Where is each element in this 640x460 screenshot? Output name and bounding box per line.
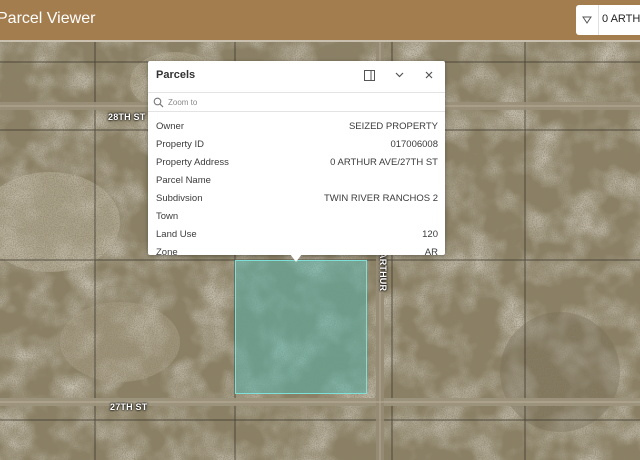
attribute-row-property-address: Property Address 0 ARTHUR AVE/27TH ST	[148, 154, 445, 172]
road-label-27th-st: 27TH ST	[110, 402, 148, 412]
zoom-to-row[interactable]	[148, 92, 445, 112]
parcel-popup: Parcels Owner SEIZED PROPERTY	[148, 61, 445, 255]
close-icon	[425, 71, 433, 79]
attribute-table: Owner SEIZED PROPERTY Property ID 017006…	[148, 118, 445, 255]
attribute-value: TWIN RIVER RANCHOS 2	[323, 193, 438, 204]
attribute-row-parcel-name: Parcel Name	[148, 172, 445, 190]
attribute-key: Land Use	[156, 229, 197, 240]
chevron-down-icon	[395, 72, 403, 78]
attribute-value: 120	[422, 229, 438, 240]
attribute-row-town: Town	[148, 208, 445, 226]
dock-button[interactable]	[361, 67, 377, 83]
popup-title: Parcels	[156, 69, 196, 81]
attribute-key: Subdivsion	[156, 193, 203, 204]
attribute-value: AR	[424, 247, 438, 255]
filter-dropdown[interactable]	[576, 5, 599, 35]
attribute-key: Zone	[156, 247, 178, 255]
attribute-key: Property Address	[156, 157, 229, 168]
selected-parcel[interactable]	[235, 260, 367, 394]
attribute-row-owner: Owner SEIZED PROPERTY	[148, 118, 445, 136]
zoom-to-input[interactable]	[168, 95, 428, 109]
attribute-row-property-id: Property ID 017006008	[148, 136, 445, 154]
filter-icon	[582, 16, 592, 24]
attribute-value: 0 ARTHUR AVE/27TH ST	[330, 157, 438, 168]
search-icon	[153, 97, 164, 108]
attribute-key: Property ID	[156, 139, 205, 150]
attribute-value: 017006008	[390, 139, 438, 150]
popup-header: Parcels	[148, 61, 445, 91]
attribute-key: Owner	[156, 121, 184, 132]
road-label-28th-st: 28TH ST	[108, 112, 146, 122]
app-header: Parcel Viewer 0 ARTHUR AVE/27TH ST	[0, 0, 640, 42]
dock-icon	[363, 69, 375, 81]
attribute-key: Town	[156, 211, 179, 222]
road-label-arthur: ARTHUR	[378, 252, 388, 292]
close-button[interactable]	[421, 67, 437, 83]
search-input[interactable]: 0 ARTHUR AVE/27TH ST	[602, 13, 640, 25]
attribute-row-subdivision: Subdivsion TWIN RIVER RANCHOS 2	[148, 190, 445, 208]
popup-pointer	[290, 254, 302, 262]
attribute-value: SEIZED PROPERTY	[348, 121, 438, 132]
collapse-button[interactable]	[391, 67, 407, 83]
app-title: Parcel Viewer	[0, 10, 96, 27]
attribute-row-land-use: Land Use 120	[148, 226, 445, 244]
search-box[interactable]: 0 ARTHUR AVE/27TH ST	[576, 5, 640, 35]
attribute-key: Parcel Name	[156, 175, 211, 186]
